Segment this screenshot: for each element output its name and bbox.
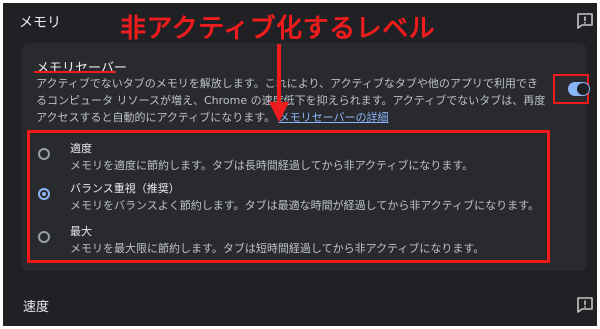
- annotation-underline: [34, 71, 116, 73]
- option-description: メモリをバランスよく節約します。タブは最適な時間が経過してから非アクティブになり…: [70, 199, 540, 212]
- option-title: 最大: [70, 225, 92, 238]
- section-title-speed: 速度: [23, 300, 50, 315]
- option-description: メモリを適度に節約します。タブは長時間経過してから非アクティブになります。: [70, 159, 474, 172]
- option-title: 適度: [70, 142, 92, 155]
- radio-balanced[interactable]: [38, 188, 50, 200]
- feedback-icon[interactable]: [575, 295, 595, 315]
- toggle-knob: [577, 83, 589, 95]
- radio-maximum[interactable]: [38, 231, 50, 243]
- option-description: メモリを最大限に節約します。タブは短時間経過してから非アクティブになります。: [70, 242, 485, 255]
- arrow-down-annotation-icon: [269, 44, 289, 122]
- memory-saver-description: アクティブでないタブのメモリを解放します。これにより、アクティブなタブや他のアプ…: [36, 75, 546, 126]
- option-title: バランス重視（推奨）: [70, 182, 180, 195]
- annotation-title: 非アクティブ化するレベル: [120, 14, 436, 44]
- memory-saver-heading: メモリセーバー: [36, 61, 127, 76]
- memory-saver-toggle[interactable]: [568, 82, 590, 96]
- feedback-icon[interactable]: [575, 11, 595, 31]
- section-title-memory: メモリ: [19, 15, 61, 31]
- radio-moderate[interactable]: [38, 148, 50, 160]
- memory-saver-learn-more-link[interactable]: メモリセーバーの詳細: [279, 111, 389, 124]
